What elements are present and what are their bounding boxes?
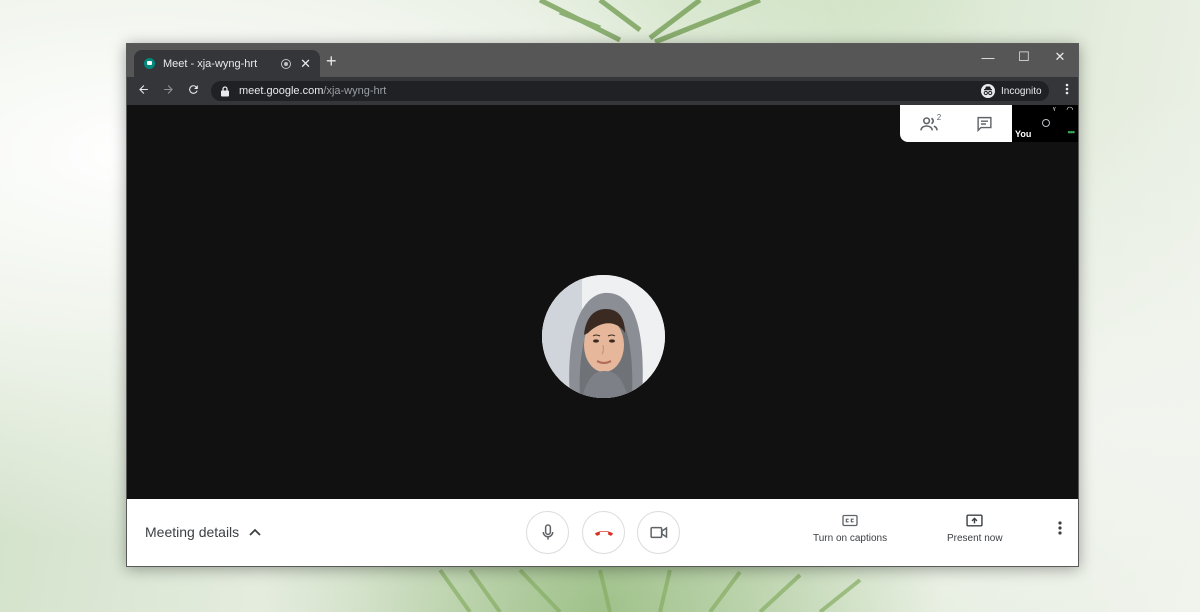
self-view-label: You <box>1015 129 1032 139</box>
present-now-label: Present now <box>947 533 1003 544</box>
present-screen-icon <box>966 514 983 527</box>
present-now-button[interactable]: Present now <box>947 514 1003 544</box>
captions-label: Turn on captions <box>813 533 888 544</box>
meeting-details-button[interactable]: Meeting details <box>145 524 261 540</box>
self-view-options-icon[interactable]: ••• <box>1068 127 1076 137</box>
minimize-button[interactable]: — <box>970 44 1006 70</box>
incognito-label: Incognito <box>1001 85 1042 97</box>
people-icon <box>919 116 938 130</box>
address-bar[interactable]: meet.google.com/xja-wyng-hrt <box>211 81 1047 101</box>
top-right-panel: 2 <box>900 105 1012 142</box>
hang-up-icon <box>594 530 613 536</box>
incognito-profile-button[interactable]: Incognito <box>977 81 1049 101</box>
leave-call-button[interactable] <box>582 511 625 554</box>
microphone-button[interactable] <box>526 511 569 554</box>
arrow-left-icon <box>139 84 148 94</box>
arrow-right-icon <box>164 84 173 94</box>
reload-icon <box>189 84 198 94</box>
title-bar: Meet - xja-wyng-hrt ✕ + — ☐ ✕ <box>127 44 1078 77</box>
tab-title: Meet - xja-wyng-hrt <box>163 57 258 70</box>
participant-avatar <box>542 275 665 398</box>
chat-icon <box>977 116 992 132</box>
camera-button[interactable] <box>637 511 680 554</box>
tab-close-button[interactable]: ✕ <box>300 56 311 72</box>
back-button[interactable] <box>131 83 156 100</box>
participants-button[interactable]: 2 <box>919 112 942 132</box>
loading-spinner-icon <box>1042 119 1050 127</box>
forward-button[interactable] <box>156 83 181 100</box>
google-meet-icon <box>144 58 155 69</box>
meeting-stage: 2 ᵞ ◜◝ You ••• <box>127 105 1078 499</box>
captions-button[interactable]: Turn on captions <box>813 514 887 544</box>
maximize-button[interactable]: ☐ <box>1006 44 1042 70</box>
closed-captions-icon <box>842 514 858 527</box>
self-view-tile[interactable]: ᵞ ◜◝ You ••• <box>1012 105 1078 142</box>
browser-tab[interactable]: Meet - xja-wyng-hrt ✕ <box>134 50 320 77</box>
chat-button[interactable] <box>976 116 993 132</box>
close-window-button[interactable]: ✕ <box>1042 44 1078 70</box>
more-vert-icon <box>1065 83 1069 95</box>
chevron-up-icon <box>249 528 261 536</box>
incognito-icon <box>981 84 995 98</box>
video-camera-icon <box>649 526 667 539</box>
microphone-icon <box>542 524 553 540</box>
more-vert-icon <box>1058 521 1062 535</box>
more-options-button[interactable] <box>1058 521 1062 540</box>
meeting-controls-bar: Meeting details Turn on captions Present… <box>127 499 1078 566</box>
browser-menu-button[interactable] <box>1065 83 1069 97</box>
signal-icon: ᵞ <box>1053 105 1056 114</box>
new-tab-button[interactable]: + <box>326 52 337 70</box>
participants-count-badge: 2 <box>936 112 942 122</box>
recording-indicator-icon <box>281 58 292 69</box>
browser-toolbar: meet.google.com/xja-wyng-hrt Incognito <box>127 77 1078 105</box>
browser-window: Meet - xja-wyng-hrt ✕ + — ☐ ✕ meet.googl… <box>126 43 1079 567</box>
url-host: meet.google.com <box>239 85 324 97</box>
url-path: /xja-wyng-hrt <box>323 85 387 97</box>
reload-button[interactable] <box>181 83 206 100</box>
meeting-details-label: Meeting details <box>145 524 240 540</box>
wifi-icon: ◜◝ <box>1066 105 1073 114</box>
lock-icon <box>221 85 229 96</box>
